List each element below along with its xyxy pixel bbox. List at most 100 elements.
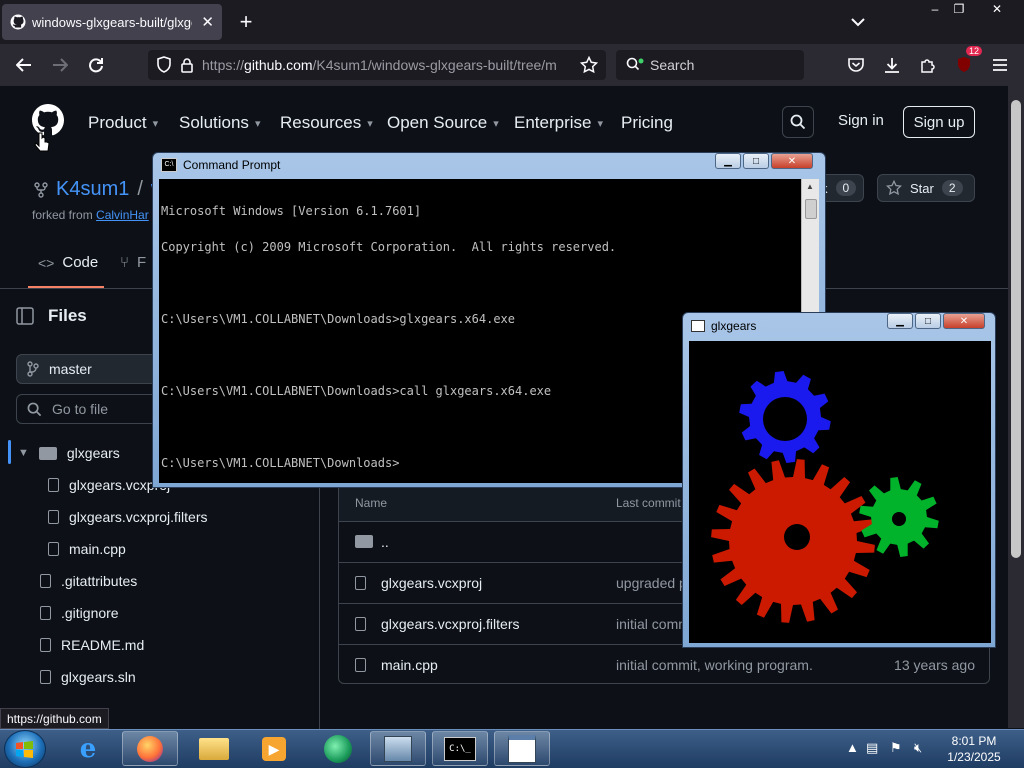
- shield-icon[interactable]: [156, 56, 172, 74]
- github-search-button[interactable]: [782, 106, 814, 138]
- glxgears-titlebar[interactable]: glxgears: [691, 319, 756, 333]
- selected-item-indicator: [8, 440, 11, 464]
- clock-time: 8:01 PM: [951, 734, 997, 748]
- star-icon: [886, 180, 902, 196]
- github-favicon-icon: [10, 14, 26, 30]
- page-scrollbar-thumb[interactable]: [1011, 100, 1021, 558]
- hamburger-menu-icon[interactable]: [986, 52, 1014, 78]
- windows-logo-icon: [16, 741, 33, 758]
- search-icon: [27, 402, 42, 416]
- chevron-down-icon: ▾: [493, 117, 499, 130]
- window-close-button[interactable]: ✕: [980, 0, 1014, 18]
- nav-enterprise[interactable]: Enterprise ▾: [514, 110, 603, 136]
- repo-owner[interactable]: K4sum1: [56, 178, 129, 201]
- file-icon: [48, 478, 59, 492]
- window-restore-button[interactable]: ❐: [942, 0, 976, 18]
- tray-expand-icon[interactable]: ▲: [846, 740, 859, 755]
- downloads-icon[interactable]: [878, 52, 906, 78]
- table-row[interactable]: main.cpp initial commit, working program…: [339, 644, 989, 683]
- glxgears-window-icon: [691, 320, 705, 332]
- new-tab-button[interactable]: +: [234, 8, 258, 36]
- folder-icon: [38, 446, 57, 460]
- cmd-scroll-thumb[interactable]: [805, 199, 817, 219]
- tree-item[interactable]: .gitattributes: [40, 568, 137, 594]
- url-bar[interactable]: https://github.com/K4sum1/windows-glxgea…: [148, 50, 606, 80]
- file-icon: [40, 574, 51, 588]
- nav-product[interactable]: Product ▾: [88, 110, 158, 136]
- chevron-down-icon: ▾: [152, 117, 159, 130]
- lock-icon[interactable]: [180, 57, 194, 73]
- taskbar-app-icon[interactable]: [370, 731, 426, 766]
- mouse-cursor-icon: [34, 132, 50, 163]
- taskbar-media-center-icon[interactable]: [310, 731, 366, 766]
- url-text: https://github.com/K4sum1/windows-glxgea…: [202, 57, 557, 73]
- tray-flag-icon[interactable]: ⚑: [890, 740, 902, 756]
- glxgears-maximize-button[interactable]: □: [915, 313, 941, 329]
- search-icon: [626, 57, 644, 71]
- scroll-up-arrow-icon[interactable]: ▲: [805, 182, 815, 192]
- tree-item[interactable]: README.md: [40, 632, 144, 658]
- pocket-icon[interactable]: [842, 52, 870, 78]
- cmd-maximize-button[interactable]: □: [743, 153, 769, 169]
- extension-badge-count: 12: [965, 46, 982, 56]
- ublock-shield-icon[interactable]: 12: [950, 46, 982, 78]
- star-button[interactable]: Star 2: [877, 174, 975, 202]
- taskbar-firefox-icon[interactable]: [122, 731, 178, 766]
- chevron-down-icon: ▾: [254, 117, 261, 130]
- nav-resources[interactable]: Resources ▾: [280, 110, 373, 136]
- tree-folder-glxgears[interactable]: ▼ glxgears: [18, 440, 120, 466]
- sign-up-button[interactable]: Sign up: [903, 106, 975, 138]
- tray-volume-muted-icon[interactable]: 🔇︎: [914, 740, 922, 756]
- tray-network-icon[interactable]: ▤: [866, 740, 878, 756]
- sidebar-collapse-icon[interactable]: [16, 307, 34, 325]
- pull-request-icon: ⑂: [120, 254, 130, 271]
- repo-forked-icon: [34, 181, 48, 198]
- cmd-close-button[interactable]: ✕: [771, 153, 813, 169]
- glxgears-window[interactable]: glxgears ▁ □ ✕: [682, 312, 996, 648]
- forked-from-link[interactable]: CalvinHar: [96, 208, 149, 222]
- red-gear-hole: [784, 524, 810, 550]
- tree-item[interactable]: glxgears.vcxproj.filters: [48, 504, 208, 530]
- reload-icon[interactable]: [82, 52, 110, 78]
- glxgears-minimize-button[interactable]: ▁: [887, 313, 913, 329]
- back-arrow-icon[interactable]: [10, 52, 38, 78]
- cmd-titlebar[interactable]: C:\ Command Prompt: [161, 158, 280, 172]
- search-bar[interactable]: Search: [616, 50, 804, 80]
- gears-render: [711, 371, 939, 623]
- tree-item[interactable]: glxgears.sln: [40, 664, 136, 690]
- bookmark-star-icon[interactable]: [580, 56, 598, 74]
- start-button[interactable]: [4, 730, 46, 768]
- nav-open-source[interactable]: Open Source ▾: [387, 110, 499, 136]
- taskbar-cmd-icon[interactable]: C:\_: [432, 731, 488, 766]
- link-status-bar: https://github.com: [0, 708, 109, 729]
- file-icon: [355, 576, 366, 590]
- tab-close-icon[interactable]: ✕: [201, 13, 214, 31]
- taskbar-explorer-icon[interactable]: [186, 731, 242, 766]
- tree-item[interactable]: main.cpp: [48, 536, 126, 562]
- taskbar-ie-icon[interactable]: e: [60, 731, 116, 766]
- tab-code[interactable]: <> Code: [38, 254, 98, 271]
- folder-icon: [355, 535, 373, 548]
- clock-date: 1/23/2025: [947, 750, 1001, 764]
- tree-item[interactable]: .gitignore: [40, 600, 119, 626]
- cmd-window-icon: C:\: [161, 158, 177, 172]
- glxgears-canvas: [689, 341, 991, 643]
- tab-pull-requests[interactable]: ⑂ F: [120, 254, 146, 271]
- glxgears-close-button[interactable]: ✕: [943, 313, 985, 329]
- forked-from-line: forked from CalvinHar: [32, 208, 149, 222]
- taskbar-clock[interactable]: 8:01 PM 1/23/2025: [940, 733, 1008, 765]
- star-count: 2: [941, 180, 963, 196]
- taskbar-glxgears-icon[interactable]: [494, 731, 550, 766]
- nav-solutions[interactable]: Solutions ▾: [179, 110, 260, 136]
- taskbar-media-player-icon[interactable]: ▶: [246, 731, 302, 766]
- sign-in-link[interactable]: Sign in: [838, 112, 884, 129]
- extensions-puzzle-icon[interactable]: [914, 52, 942, 78]
- tab-list-chevron-icon[interactable]: [846, 10, 870, 34]
- repo-title[interactable]: K4sum1 / w: [34, 178, 165, 201]
- search-placeholder: Search: [650, 57, 695, 73]
- forward-arrow-icon[interactable]: [46, 52, 74, 78]
- cmd-minimize-button[interactable]: ▁: [715, 153, 741, 169]
- nav-pricing[interactable]: Pricing: [621, 110, 673, 136]
- browser-tab[interactable]: windows-glxgears-built/glxgears ✕: [2, 4, 222, 40]
- branch-icon: [27, 361, 39, 377]
